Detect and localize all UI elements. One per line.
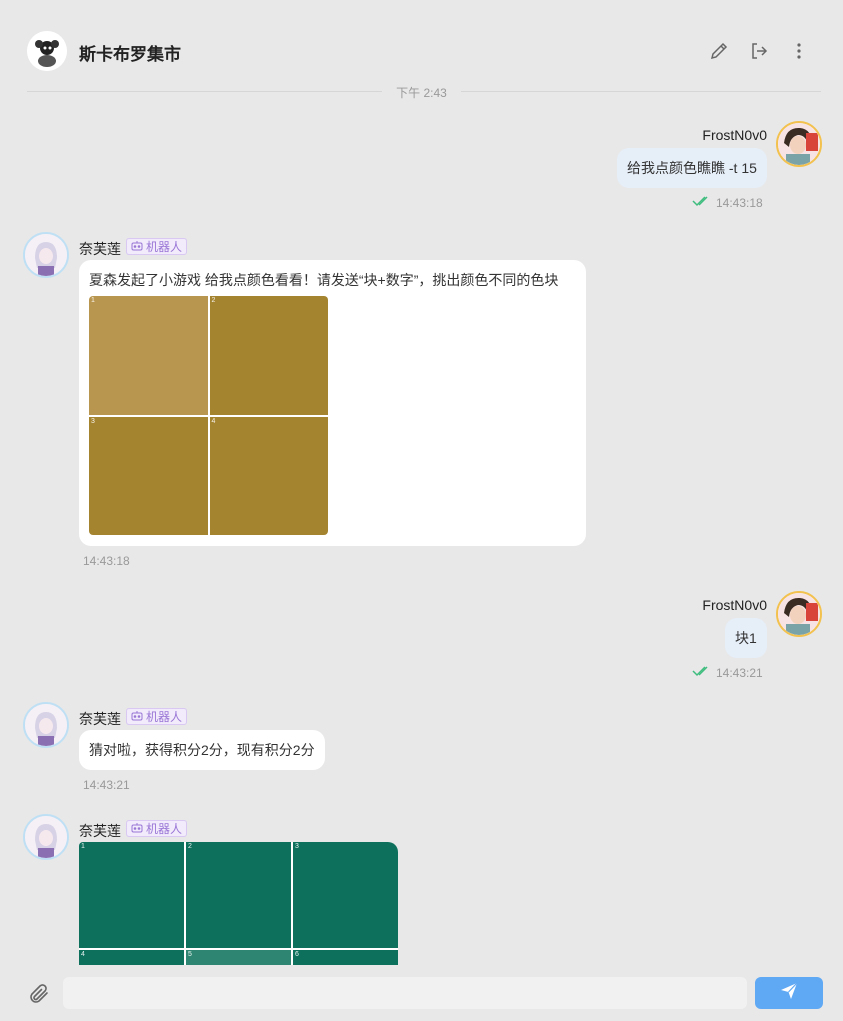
color-block: 4 — [209, 416, 328, 535]
block-number: 5 — [188, 950, 192, 958]
sender-name: FrostN0v0 — [702, 597, 767, 613]
sender-name: FrostN0v0 — [702, 127, 767, 143]
send-button[interactable] — [755, 977, 823, 1009]
color-block-grid: 1 2 3 4 — [89, 296, 328, 535]
message-bubble[interactable]: 猜对啦，获得积分2分，现有积分2分 — [79, 730, 325, 770]
bot-avatar[interactable] — [23, 814, 69, 860]
block-number: 2 — [188, 843, 192, 850]
message-text: 夏森发起了小游戏 给我点颜色看看！请发送“块+数字”，挑出颜色不同的色块 — [89, 272, 559, 288]
bot-badge-label: 机器人 — [146, 710, 183, 724]
send-icon — [779, 981, 799, 1006]
bot-avatar[interactable] — [23, 702, 69, 748]
bot-badge-label: 机器人 — [146, 240, 183, 254]
more-vertical-icon[interactable] — [786, 38, 812, 64]
message-text: 给我点颜色瞧瞧 -t 15 — [627, 160, 757, 176]
message-time: 14:43:21 — [716, 666, 763, 680]
user-avatar[interactable] — [776, 591, 822, 637]
pencil-icon[interactable] — [706, 38, 732, 64]
block-number: 3 — [91, 417, 95, 425]
double-check-icon — [692, 195, 712, 210]
sender-name: 奈芙莲 — [79, 711, 121, 727]
message-time: 14:43:18 — [716, 196, 763, 210]
double-check-icon — [692, 665, 712, 680]
chat-window: 斯卡布罗集市 下午 2:43 FrostN0v0 给我点颜色瞧瞧 -t 15 1… — [0, 0, 843, 1021]
bot-avatar[interactable] — [23, 232, 69, 278]
sender-name: 奈芙莲 — [79, 823, 121, 839]
block-number: 1 — [81, 843, 85, 850]
exit-icon[interactable] — [746, 38, 772, 64]
user-avatar[interactable] — [776, 121, 822, 167]
message-text: 猜对啦，获得积分2分，现有积分2分 — [89, 742, 315, 758]
color-block: 3 — [89, 416, 208, 535]
color-block: 1 — [79, 842, 184, 948]
message-time: 14:43:21 — [83, 778, 130, 792]
chat-title: 斯卡布罗集市 — [79, 45, 181, 64]
block-number: 4 — [81, 950, 85, 958]
bot-badge-label: 机器人 — [146, 822, 183, 836]
message-time: 14:43:18 — [83, 554, 130, 568]
block-number: 3 — [295, 843, 299, 850]
robot-icon — [131, 822, 143, 836]
sender-name: 奈芙莲 — [79, 241, 121, 257]
block-number: 4 — [211, 417, 216, 425]
robot-icon — [131, 240, 143, 254]
color-block: 3 — [293, 842, 398, 948]
message-bubble[interactable]: 给我点颜色瞧瞧 -t 15 — [617, 148, 767, 188]
block-number: 2 — [211, 297, 216, 304]
color-block: 1 — [89, 296, 208, 415]
bot-badge: 机器人 — [126, 238, 188, 255]
message-input[interactable] — [63, 977, 747, 1009]
color-block: 2 — [209, 296, 328, 415]
bot-badge: 机器人 — [126, 708, 188, 725]
group-avatar[interactable] — [27, 31, 67, 71]
message-bubble[interactable]: 块1 — [725, 618, 767, 658]
bot-badge: 机器人 — [126, 820, 188, 837]
robot-icon — [131, 710, 143, 724]
date-label: 下午 2:43 — [382, 86, 461, 100]
block-number: 1 — [91, 297, 95, 304]
message-text: 块1 — [735, 630, 757, 646]
paperclip-icon[interactable] — [26, 981, 52, 1007]
block-number: 6 — [295, 950, 299, 958]
color-block: 2 — [186, 842, 291, 948]
